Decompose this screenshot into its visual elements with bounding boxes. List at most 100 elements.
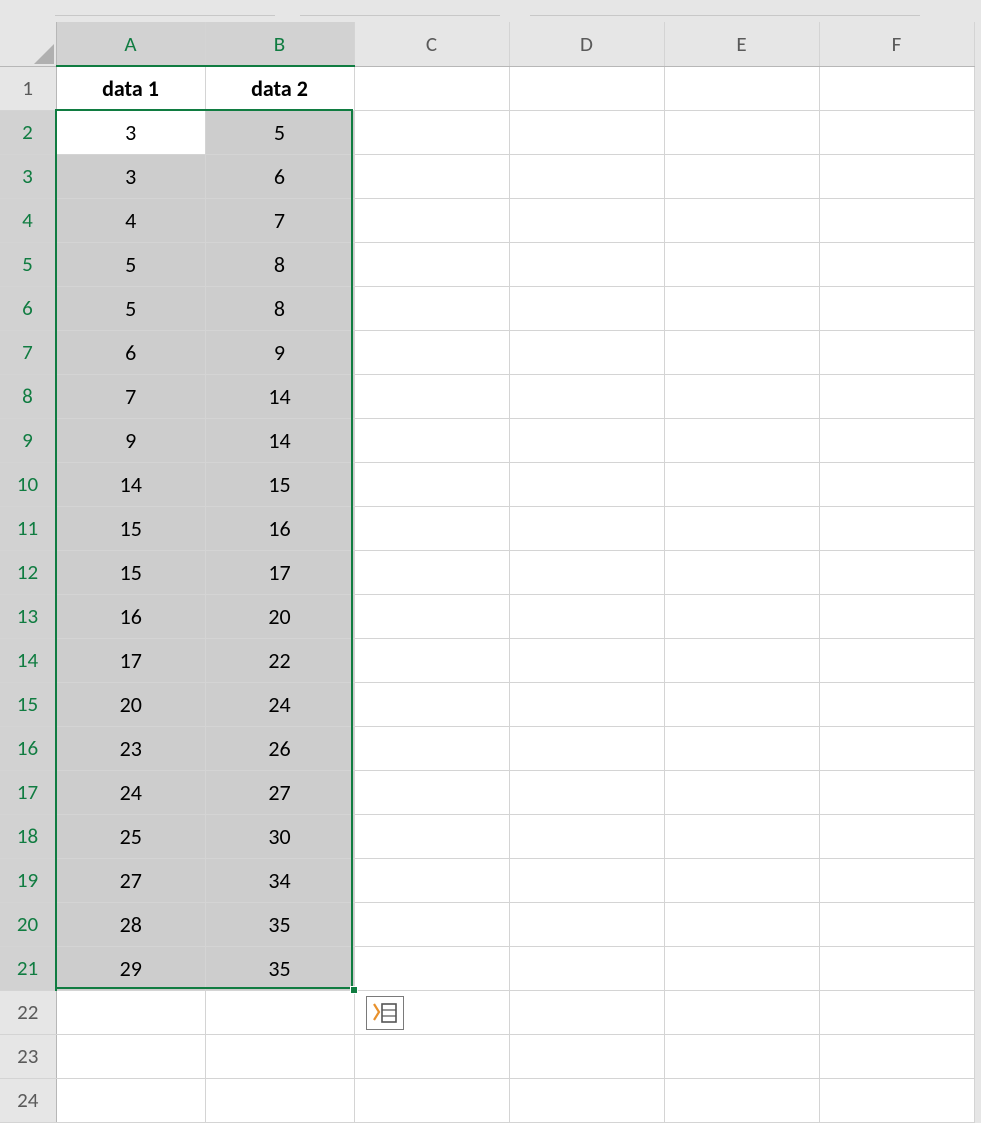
cell-F9[interactable]: [819, 418, 974, 462]
cell-D5[interactable]: [509, 242, 664, 286]
row-header-8[interactable]: 8: [0, 374, 56, 418]
cell-B11[interactable]: 16: [205, 506, 354, 550]
cell-A23[interactable]: [56, 1034, 205, 1078]
cell-E6[interactable]: [664, 286, 819, 330]
cell-D14[interactable]: [509, 638, 664, 682]
column-header-C[interactable]: C: [354, 22, 509, 66]
column-header-B[interactable]: B: [205, 22, 354, 66]
cell-A20[interactable]: 28: [56, 902, 205, 946]
cell-F10[interactable]: [819, 462, 974, 506]
row-header-11[interactable]: 11: [0, 506, 56, 550]
cell-D4[interactable]: [509, 198, 664, 242]
cell-C5[interactable]: [354, 242, 509, 286]
cell-F15[interactable]: [819, 682, 974, 726]
cell-C1[interactable]: [354, 66, 509, 110]
cell-A16[interactable]: 23: [56, 726, 205, 770]
cell-F12[interactable]: [819, 550, 974, 594]
row-header-19[interactable]: 19: [0, 858, 56, 902]
cell-E15[interactable]: [664, 682, 819, 726]
row-header-22[interactable]: 22: [0, 990, 56, 1034]
cell-B17[interactable]: 27: [205, 770, 354, 814]
cell-D13[interactable]: [509, 594, 664, 638]
cell-B18[interactable]: 30: [205, 814, 354, 858]
cell-D21[interactable]: [509, 946, 664, 990]
cell-E8[interactable]: [664, 374, 819, 418]
cell-D1[interactable]: [509, 66, 664, 110]
cell-D18[interactable]: [509, 814, 664, 858]
cell-E19[interactable]: [664, 858, 819, 902]
cell-C18[interactable]: [354, 814, 509, 858]
cell-C21[interactable]: [354, 946, 509, 990]
cell-B4[interactable]: 7: [205, 198, 354, 242]
cell-A15[interactable]: 20: [56, 682, 205, 726]
cell-F2[interactable]: [819, 110, 974, 154]
cell-B21[interactable]: 35: [205, 946, 354, 990]
cell-E16[interactable]: [664, 726, 819, 770]
cell-B2[interactable]: 5: [205, 110, 354, 154]
cell-E18[interactable]: [664, 814, 819, 858]
cell-E7[interactable]: [664, 330, 819, 374]
cell-F13[interactable]: [819, 594, 974, 638]
cell-C20[interactable]: [354, 902, 509, 946]
cell-F23[interactable]: [819, 1034, 974, 1078]
cell-B1[interactable]: data 2: [205, 66, 354, 110]
cell-C9[interactable]: [354, 418, 509, 462]
cell-E10[interactable]: [664, 462, 819, 506]
cell-F6[interactable]: [819, 286, 974, 330]
cell-B20[interactable]: 35: [205, 902, 354, 946]
cell-D16[interactable]: [509, 726, 664, 770]
cell-F19[interactable]: [819, 858, 974, 902]
cell-F17[interactable]: [819, 770, 974, 814]
row-header-9[interactable]: 9: [0, 418, 56, 462]
cell-D6[interactable]: [509, 286, 664, 330]
cell-B3[interactable]: 6: [205, 154, 354, 198]
cell-D11[interactable]: [509, 506, 664, 550]
cell-F11[interactable]: [819, 506, 974, 550]
row-header-23[interactable]: 23: [0, 1034, 56, 1078]
cell-F1[interactable]: [819, 66, 974, 110]
cell-B19[interactable]: 34: [205, 858, 354, 902]
cell-A2[interactable]: 3: [56, 110, 205, 154]
cell-F8[interactable]: [819, 374, 974, 418]
cell-F16[interactable]: [819, 726, 974, 770]
cell-E23[interactable]: [664, 1034, 819, 1078]
row-header-16[interactable]: 16: [0, 726, 56, 770]
cell-A14[interactable]: 17: [56, 638, 205, 682]
cell-F24[interactable]: [819, 1078, 974, 1122]
quick-analysis-button[interactable]: [366, 996, 404, 1030]
cell-A17[interactable]: 24: [56, 770, 205, 814]
cell-F20[interactable]: [819, 902, 974, 946]
cell-B9[interactable]: 14: [205, 418, 354, 462]
cell-D24[interactable]: [509, 1078, 664, 1122]
cell-A8[interactable]: 7: [56, 374, 205, 418]
row-header-21[interactable]: 21: [0, 946, 56, 990]
row-header-3[interactable]: 3: [0, 154, 56, 198]
row-header-24[interactable]: 24: [0, 1078, 56, 1122]
cell-C2[interactable]: [354, 110, 509, 154]
cell-A9[interactable]: 9: [56, 418, 205, 462]
cell-B6[interactable]: 8: [205, 286, 354, 330]
row-header-6[interactable]: 6: [0, 286, 56, 330]
cell-C17[interactable]: [354, 770, 509, 814]
cell-B23[interactable]: [205, 1034, 354, 1078]
cell-C3[interactable]: [354, 154, 509, 198]
cell-E14[interactable]: [664, 638, 819, 682]
cell-B10[interactable]: 15: [205, 462, 354, 506]
cell-B7[interactable]: 9: [205, 330, 354, 374]
row-header-12[interactable]: 12: [0, 550, 56, 594]
cell-C4[interactable]: [354, 198, 509, 242]
cell-A3[interactable]: 3: [56, 154, 205, 198]
cell-B8[interactable]: 14: [205, 374, 354, 418]
row-header-5[interactable]: 5: [0, 242, 56, 286]
cell-D7[interactable]: [509, 330, 664, 374]
cell-E3[interactable]: [664, 154, 819, 198]
cell-C16[interactable]: [354, 726, 509, 770]
row-header-17[interactable]: 17: [0, 770, 56, 814]
cell-B22[interactable]: [205, 990, 354, 1034]
cell-E11[interactable]: [664, 506, 819, 550]
row-header-4[interactable]: 4: [0, 198, 56, 242]
cell-A13[interactable]: 16: [56, 594, 205, 638]
cell-A18[interactable]: 25: [56, 814, 205, 858]
cell-C23[interactable]: [354, 1034, 509, 1078]
row-header-13[interactable]: 13: [0, 594, 56, 638]
